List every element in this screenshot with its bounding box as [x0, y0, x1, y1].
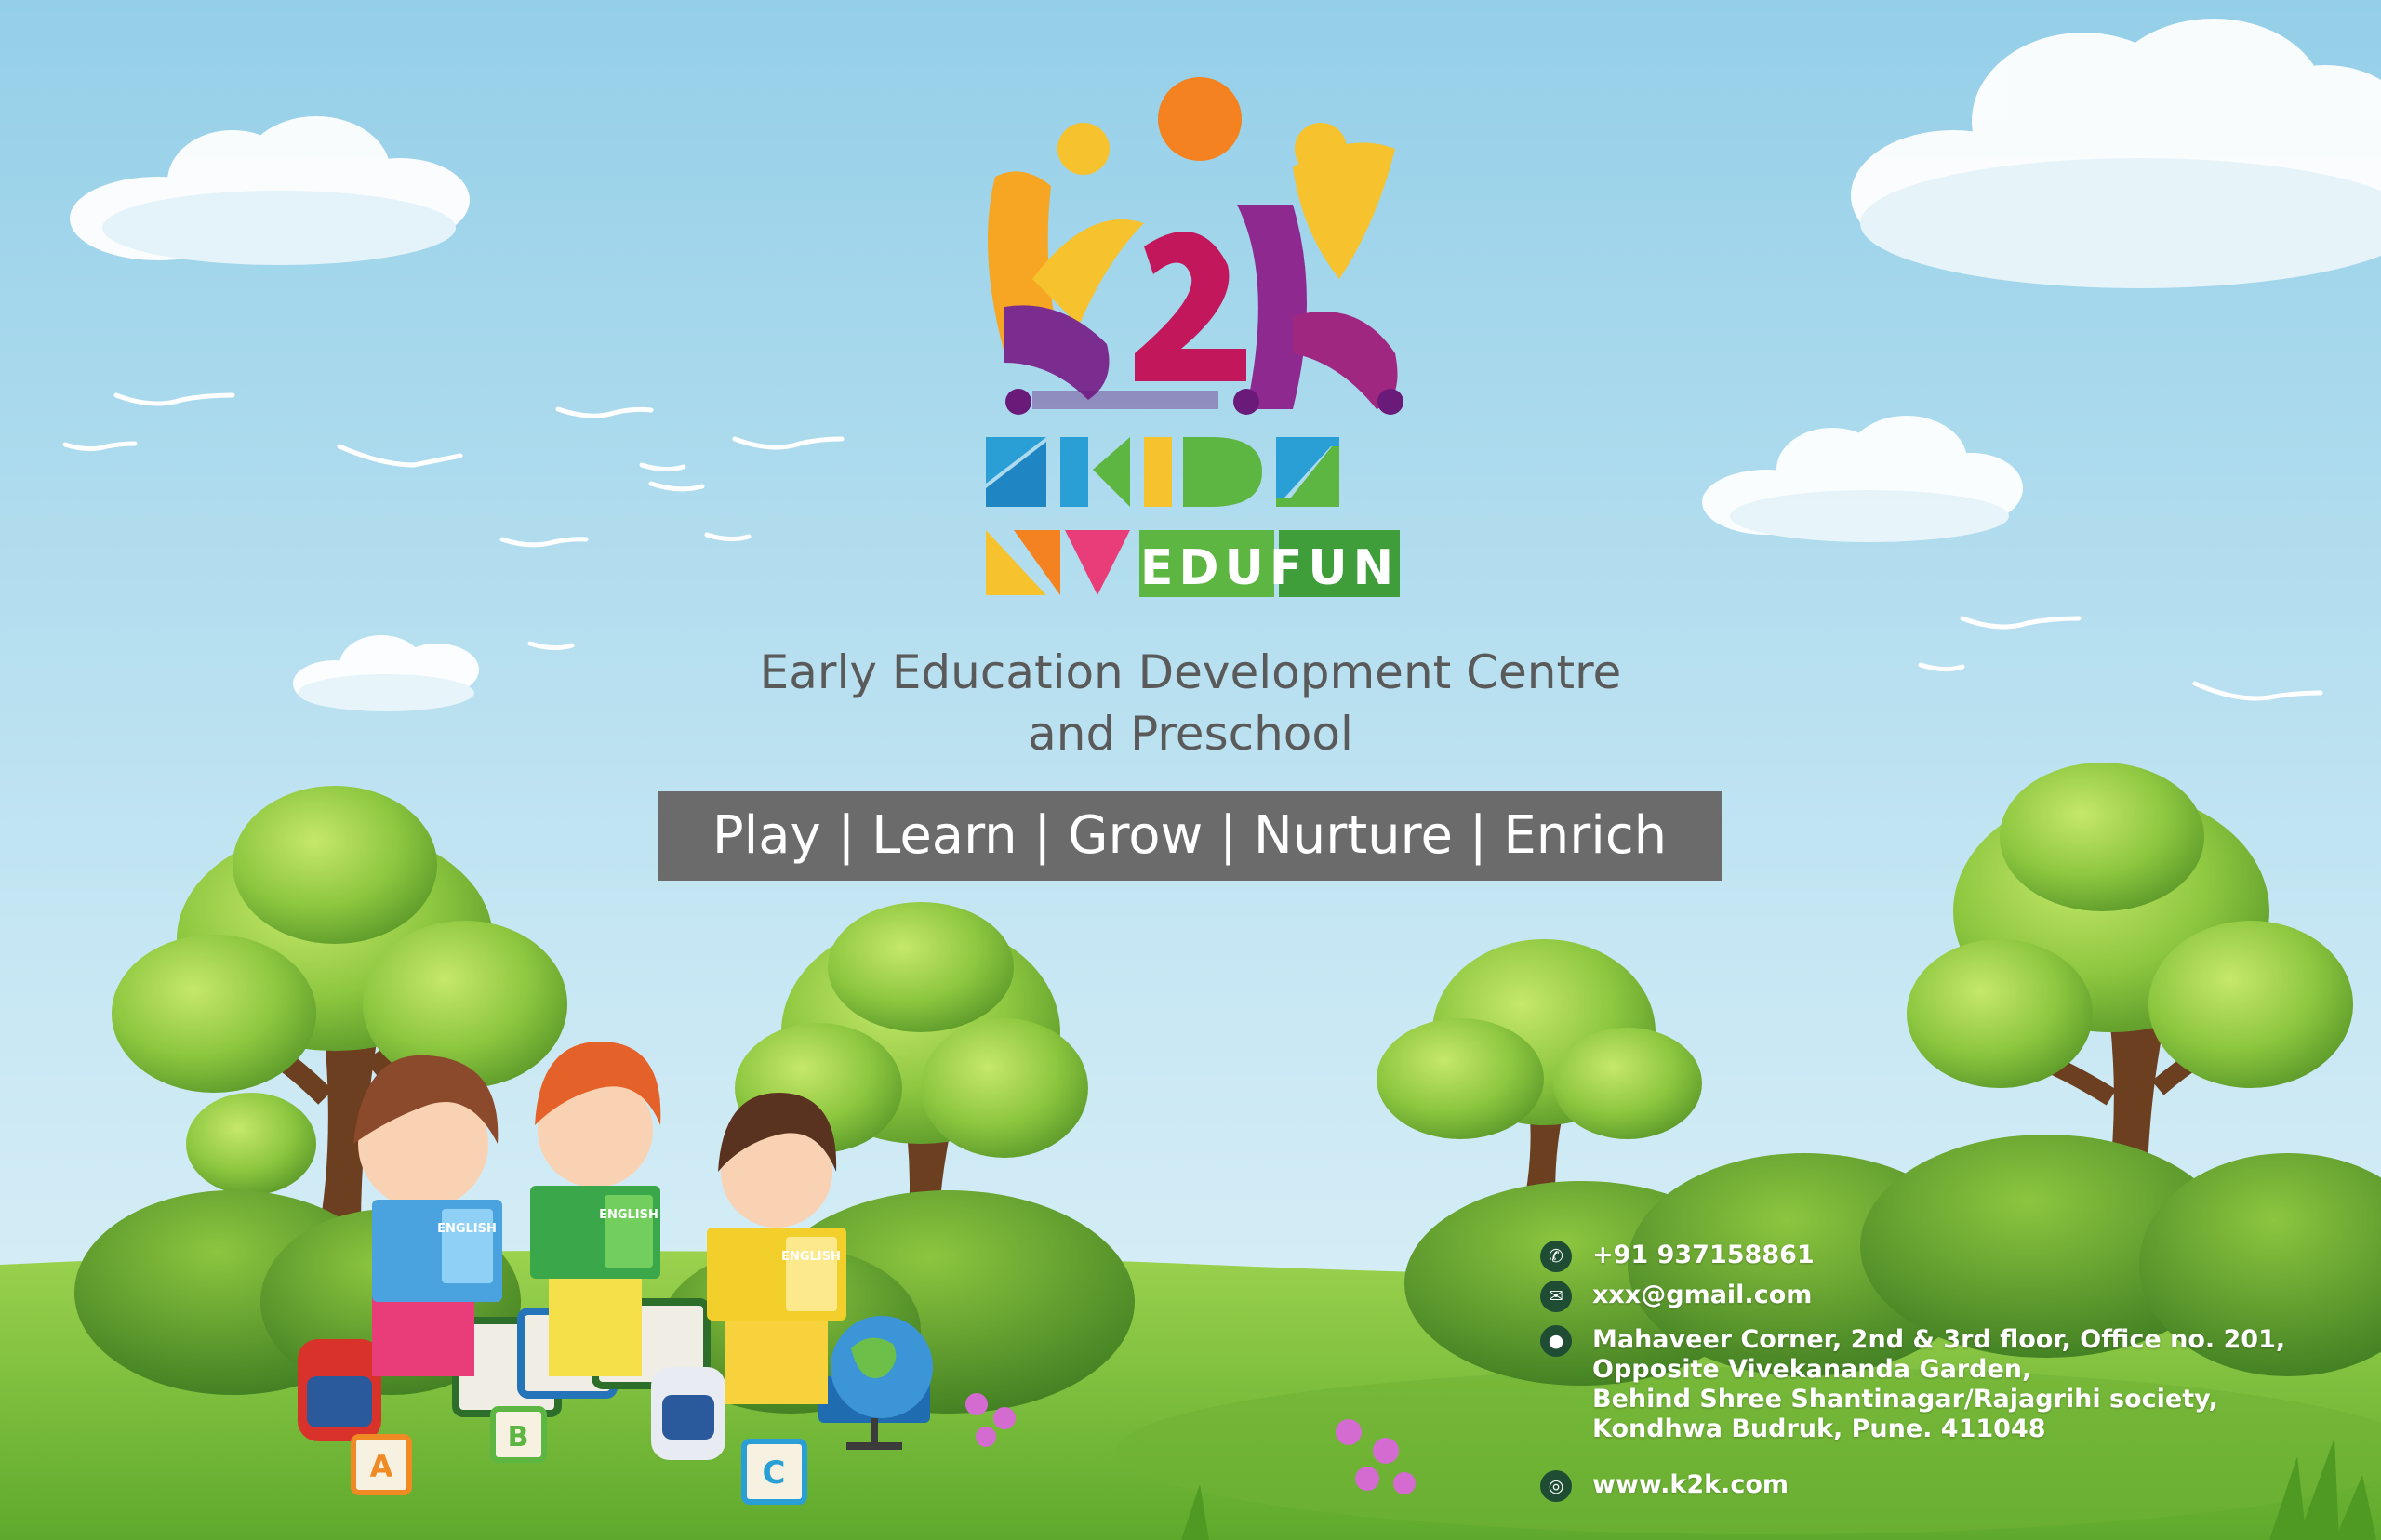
address-line-3: Behind Shree Shantinagar/Rajagrihi socie…: [1592, 1385, 2218, 1414]
address-line-1: Mahaveer Corner, 2nd & 3rd floor, Office…: [1592, 1325, 2286, 1354]
tagline-line-1: Early Education Development Centre: [759, 645, 1622, 699]
location-icon: ●: [1540, 1325, 1572, 1357]
book-label-1: ENGLISH: [437, 1222, 497, 1236]
contact-website[interactable]: ◎ www.k2k.com: [1540, 1470, 1789, 1502]
book-label-2: ENGLISH: [599, 1208, 658, 1222]
background-scene: A B C ENGLISH ENGLISH ENGLISH EDUFUN: [0, 0, 2381, 1540]
globe-icon: ◎: [1540, 1470, 1572, 1502]
phone-icon: ✆: [1540, 1241, 1572, 1272]
mail-icon: ✉: [1540, 1281, 1572, 1312]
address-block: Mahaveer Corner, 2nd & 3rd floor, Office…: [1592, 1325, 2285, 1444]
website-text[interactable]: www.k2k.com: [1592, 1470, 1789, 1500]
contact-phone[interactable]: ✆ +91 937158861: [1540, 1241, 1815, 1272]
address-line-4: Kondhwa Budruk, Pune. 411048: [1592, 1414, 2046, 1443]
email-text[interactable]: xxx@gmail.com: [1592, 1281, 1812, 1310]
cube-c: C: [763, 1454, 786, 1492]
phone-text[interactable]: +91 937158861: [1592, 1241, 1815, 1270]
contact-email[interactable]: ✉ xxx@gmail.com: [1540, 1281, 1812, 1312]
address-line-2: Opposite Vivekananda Garden,: [1592, 1355, 2032, 1384]
motto-banner: Play | Learn | Grow | Nurture | Enrich: [658, 791, 1722, 881]
edufun-text: EDUFUN: [1140, 540, 1399, 596]
book-label-3: ENGLISH: [781, 1250, 841, 1264]
cube-b: B: [508, 1421, 529, 1454]
tagline-line-2: and Preschool: [1028, 707, 1353, 761]
cube-a: A: [370, 1449, 393, 1484]
motto-text: Play | Learn | Grow | Nurture | Enrich: [712, 805, 1668, 866]
contact-address: ● Mahaveer Corner, 2nd & 3rd floor, Offi…: [1540, 1325, 2285, 1444]
